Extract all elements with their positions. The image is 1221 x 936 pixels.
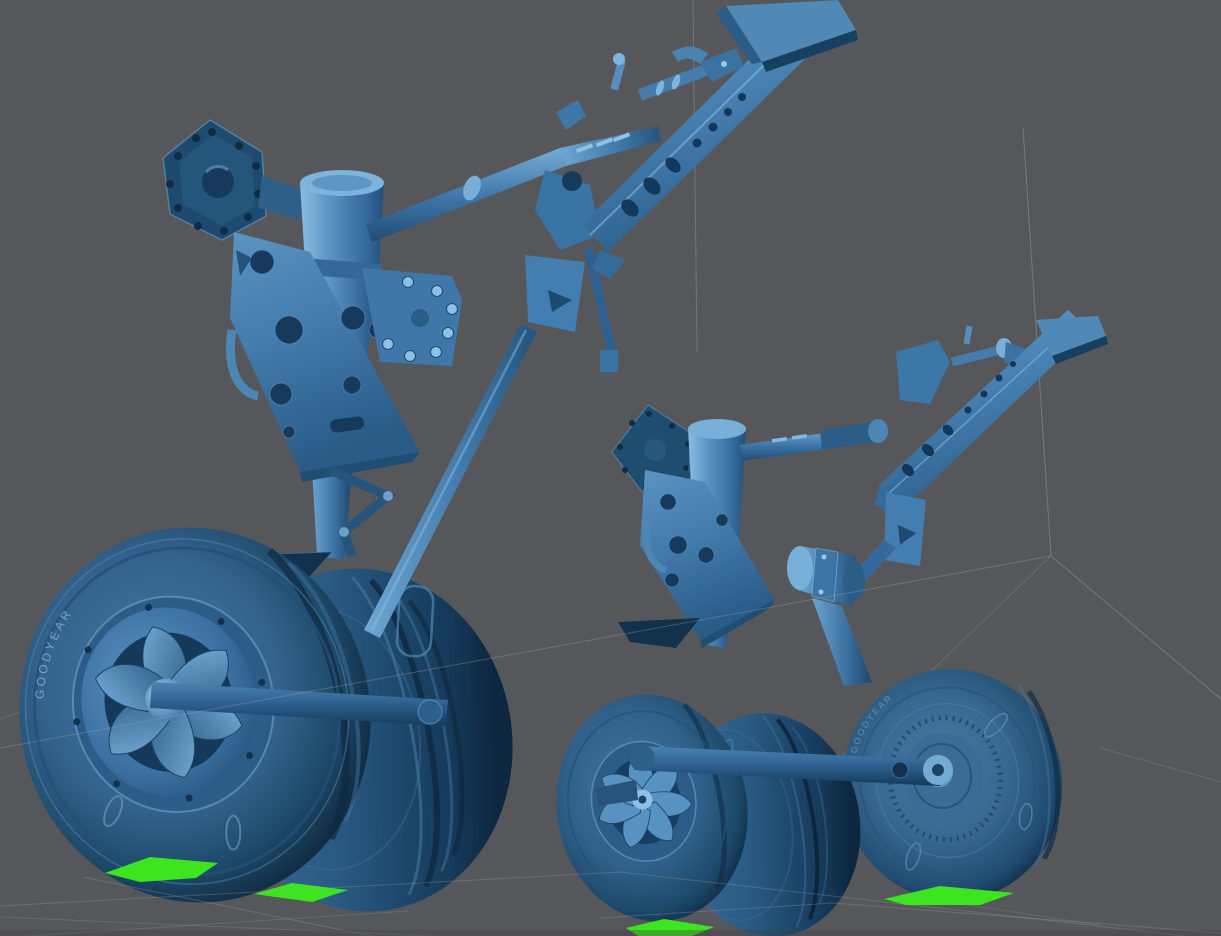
viewport-bottom-edge <box>0 930 1221 936</box>
viewport-canvas[interactable]: GOODYEAR GOODYEAR <box>0 0 1221 936</box>
